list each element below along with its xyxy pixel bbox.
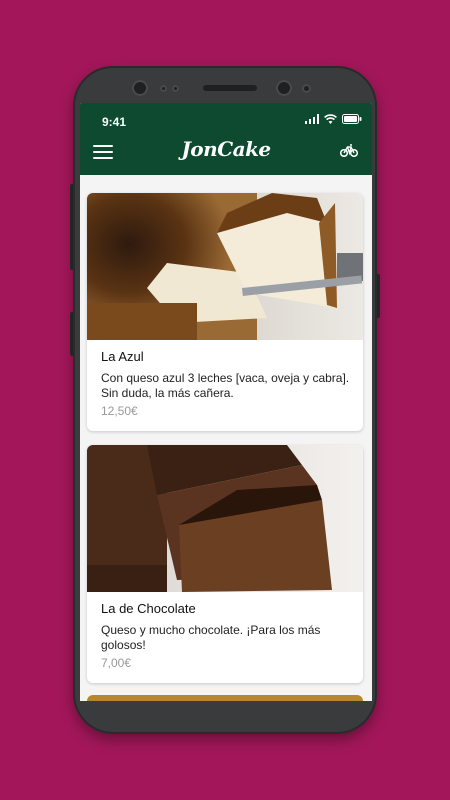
product-card-partial[interactable] xyxy=(87,695,363,701)
bicycle-icon[interactable] xyxy=(340,143,358,157)
sensor-dot xyxy=(172,85,179,92)
app-logo: JonCake xyxy=(181,137,271,161)
signal-icon xyxy=(305,114,319,124)
product-name: La Azul xyxy=(101,349,144,364)
product-card[interactable]: La Azul Con queso azul 3 leches [vaca, o… xyxy=(87,193,363,431)
product-list: La Azul Con queso azul 3 leches [vaca, o… xyxy=(80,175,372,701)
product-image xyxy=(87,193,363,340)
status-time: 9:41 xyxy=(102,115,127,129)
product-price: 7,00€ xyxy=(101,656,132,670)
status-icons xyxy=(305,114,362,124)
product-description: Con queso azul 3 leches [vaca, oveja y c… xyxy=(101,371,350,400)
product-image xyxy=(87,445,363,592)
product-description: Queso y mucho chocolate. ¡Para los más g… xyxy=(101,623,321,652)
front-camera xyxy=(276,80,292,96)
wifi-icon xyxy=(324,114,337,124)
sensor-dot xyxy=(302,84,311,93)
battery-icon xyxy=(342,114,362,124)
product-card[interactable]: La de Chocolate Queso y mucho chocolate.… xyxy=(87,445,363,683)
sensor-dot xyxy=(160,85,167,92)
product-name: La de Chocolate xyxy=(101,601,196,616)
app-screen: 9:41 JonCake La Azul Con queso azul 3 le… xyxy=(80,103,372,701)
speaker-grille xyxy=(203,85,257,91)
app-bar: 9:41 JonCake xyxy=(80,103,372,175)
front-camera xyxy=(132,80,148,96)
product-price: 12,50€ xyxy=(101,404,138,418)
